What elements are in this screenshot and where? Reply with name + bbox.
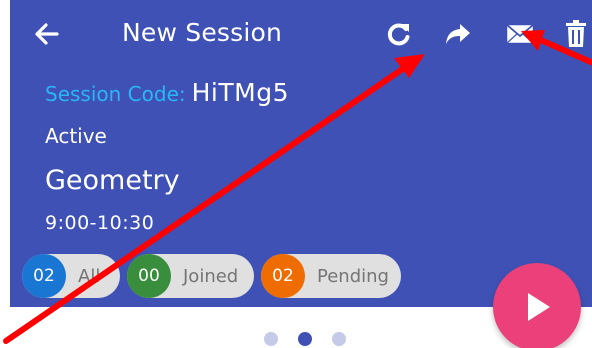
refresh-icon <box>387 23 410 46</box>
session-status: Active <box>45 124 107 148</box>
session-code-value: HiTMg5 <box>191 78 289 107</box>
back-button[interactable] <box>32 16 62 52</box>
filter-label-pending: Pending <box>317 265 389 287</box>
delete-button[interactable] <box>562 16 590 52</box>
session-code-row: Session Code: HiTMg5 <box>45 78 289 107</box>
filter-label-all: All <box>78 265 101 287</box>
page-indicator-dot-1[interactable] <box>264 332 278 346</box>
filter-count-joined: 00 <box>127 254 171 298</box>
filter-chip-pending[interactable]: 02 Pending <box>261 254 401 298</box>
filter-count-all: 02 <box>22 254 66 298</box>
page-indicator-dot-3[interactable] <box>332 332 346 346</box>
filter-label-joined: Joined <box>183 265 239 287</box>
refresh-button[interactable] <box>384 16 414 52</box>
session-code-label: Session Code: <box>45 82 186 106</box>
back-arrow-icon <box>35 23 59 45</box>
trash-icon <box>566 20 586 47</box>
page-title: New Session <box>122 18 283 47</box>
page-indicator-dot-2-active[interactable] <box>298 332 312 346</box>
play-icon <box>528 293 550 321</box>
start-session-button[interactable] <box>493 263 581 348</box>
filter-chip-joined[interactable]: 00 Joined <box>127 254 254 298</box>
share-button[interactable] <box>442 16 474 52</box>
filter-chip-all[interactable]: 02 All <box>22 254 120 298</box>
mail-icon <box>506 24 534 44</box>
email-button[interactable] <box>503 16 537 52</box>
session-time: 9:00-10:30 <box>45 212 155 234</box>
session-subject: Geometry <box>45 165 180 196</box>
share-icon <box>446 24 470 44</box>
filter-count-pending: 02 <box>261 254 305 298</box>
